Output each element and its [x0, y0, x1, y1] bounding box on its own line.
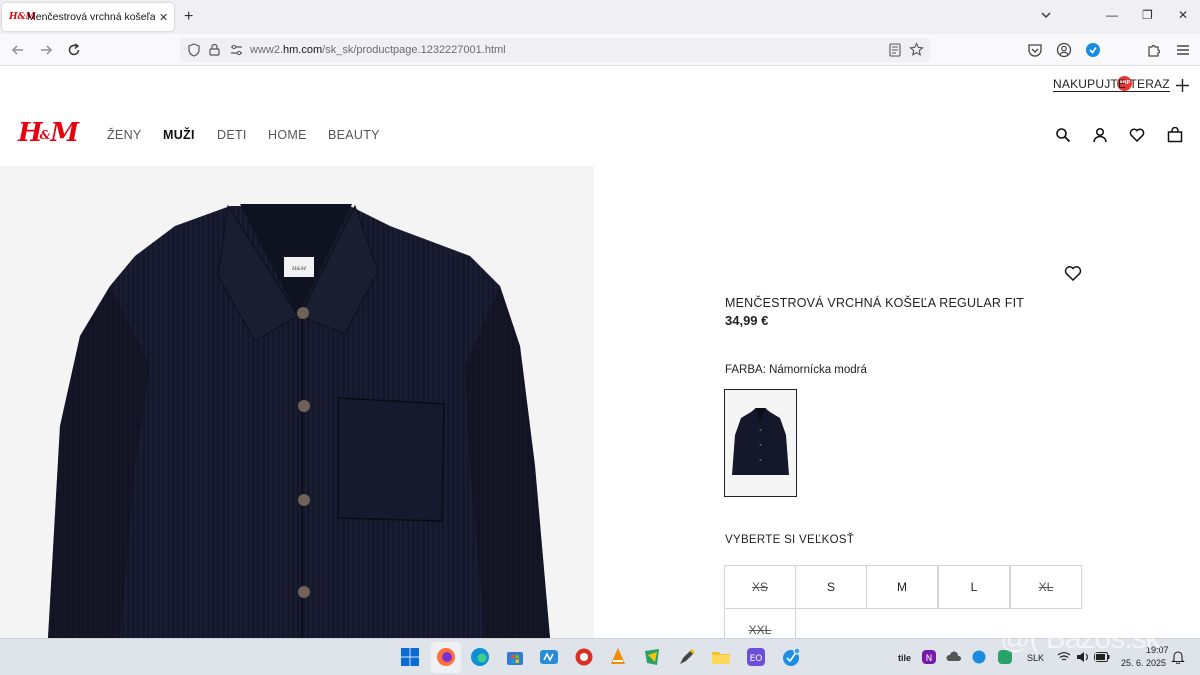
extensions-puzzle-icon[interactable] [1146, 42, 1162, 58]
onedrive-tray-icon[interactable] [946, 651, 962, 663]
tile-tray-label[interactable]: tile [898, 653, 911, 663]
tracking-shield-icon[interactable] [188, 43, 200, 57]
mytaxi-app-icon[interactable] [539, 647, 559, 667]
edge-icon[interactable] [470, 647, 490, 667]
tab-close-icon[interactable]: ✕ [159, 11, 168, 24]
hm-favicon-icon: H&M [9, 12, 36, 22]
product-price: 34,99 € [725, 313, 769, 328]
hm-logo[interactable]: H&M [18, 118, 79, 148]
size-option-l[interactable]: L [938, 565, 1010, 609]
app-blue-notification-icon[interactable] [781, 647, 801, 667]
windows-start-icon[interactable] [400, 647, 420, 667]
menu-item-home[interactable]: HOME [268, 128, 328, 142]
shirt-illustration: H&M [48, 204, 550, 638]
back-arrow-icon[interactable] [11, 43, 25, 57]
color-label: FARBA: Námornícka modrá [725, 364, 867, 376]
app-red-circle-icon[interactable] [574, 647, 594, 667]
clock-date[interactable]: 25. 6. 2025 [1121, 658, 1166, 668]
address-bar[interactable]: www2.hm.com/sk_sk/productpage.1232227001… [180, 38, 930, 62]
app-pencil-icon[interactable] [677, 647, 697, 667]
menu-item-muzi[interactable]: MUŽI [163, 128, 217, 142]
menu-item-beauty[interactable]: BEAUTY [328, 128, 380, 142]
main-menu: ŽENY MUŽI DETI HOME BEAUTY [107, 128, 380, 142]
hamburger-menu-icon[interactable] [1175, 42, 1191, 58]
reader-view-icon[interactable] [889, 43, 901, 57]
bazos-watermark: @( Bazos.sk [1000, 622, 1160, 655]
browser-tab-strip: H&M Menčestrová vrchná košeľa Reg ✕ + — … [0, 0, 1200, 34]
size-option-m[interactable]: M [866, 565, 938, 609]
url-text[interactable]: www2.hm.com/sk_sk/productpage.1232227001… [250, 44, 506, 56]
plus-icon [1175, 78, 1189, 92]
swatch-shirt-thumbnail [732, 408, 789, 475]
account-icon[interactable] [1056, 42, 1072, 58]
lock-icon[interactable] [209, 43, 220, 56]
app-shield-icon[interactable] [642, 647, 662, 667]
window-restore-button[interactable]: ❐ [1142, 8, 1153, 22]
add-to-favorites-heart-icon[interactable] [1064, 265, 1082, 281]
browser-tab-active[interactable]: H&M Menčestrová vrchná košeľa Reg ✕ [2, 3, 174, 31]
product-title: MENČESTROVÁ VRCHNÁ KOŠEĽA REGULAR FIT [725, 296, 1025, 310]
color-swatch-navy[interactable] [724, 389, 797, 497]
svg-text:N: N [926, 654, 933, 664]
onenote-tray-icon[interactable]: N [922, 650, 936, 664]
size-option-s[interactable]: S [795, 565, 867, 609]
menu-item-zeny[interactable]: ŽENY [107, 128, 163, 142]
new-tab-button[interactable]: + [184, 8, 193, 26]
notification-bell-icon[interactable] [1171, 650, 1185, 664]
permissions-icon[interactable] [230, 44, 243, 56]
size-heading: VYBERTE SI VEĽKOSŤ [725, 534, 855, 546]
svg-text:EO: EO [750, 654, 763, 664]
favorites-heart-icon[interactable] [1129, 127, 1145, 143]
size-option-xl[interactable]: XL [1010, 565, 1082, 609]
product-image[interactable]: H&M [0, 166, 594, 638]
window-minimize-button[interactable]: — [1106, 8, 1118, 22]
menu-item-deti[interactable]: DETI [217, 128, 268, 142]
firefox-icon[interactable] [436, 647, 456, 667]
shopping-bag-icon[interactable] [1167, 127, 1183, 143]
forward-arrow-icon[interactable] [39, 43, 53, 57]
pocket-icon[interactable] [1027, 42, 1043, 58]
tray-app-icon[interactable] [972, 650, 986, 664]
tab-title: Menčestrová vrchná košeľa Reg [27, 11, 155, 23]
file-explorer-icon[interactable] [711, 647, 731, 667]
bitwarden-extension-icon[interactable] [1085, 42, 1101, 58]
shop-now-link[interactable]: NAKUPUJTE TERAZ [1053, 78, 1189, 92]
list-all-tabs-icon[interactable] [1040, 9, 1052, 21]
shirt-label-text: H&M [291, 266, 307, 272]
search-icon[interactable] [1055, 127, 1071, 143]
app-purple-icon[interactable]: EO [746, 647, 766, 667]
vlc-icon[interactable] [608, 647, 628, 667]
account-icon[interactable] [1092, 127, 1108, 143]
bookmark-star-icon[interactable] [909, 42, 924, 57]
browser-toolbar: www2.hm.com/sk_sk/productpage.1232227001… [0, 34, 1200, 91]
microsoft-store-icon[interactable] [505, 647, 525, 667]
size-option-xs[interactable]: XS [724, 565, 796, 609]
color-value: Námornícka modrá [769, 364, 867, 376]
window-close-button[interactable]: ✕ [1178, 8, 1188, 22]
reload-icon[interactable] [67, 43, 81, 57]
